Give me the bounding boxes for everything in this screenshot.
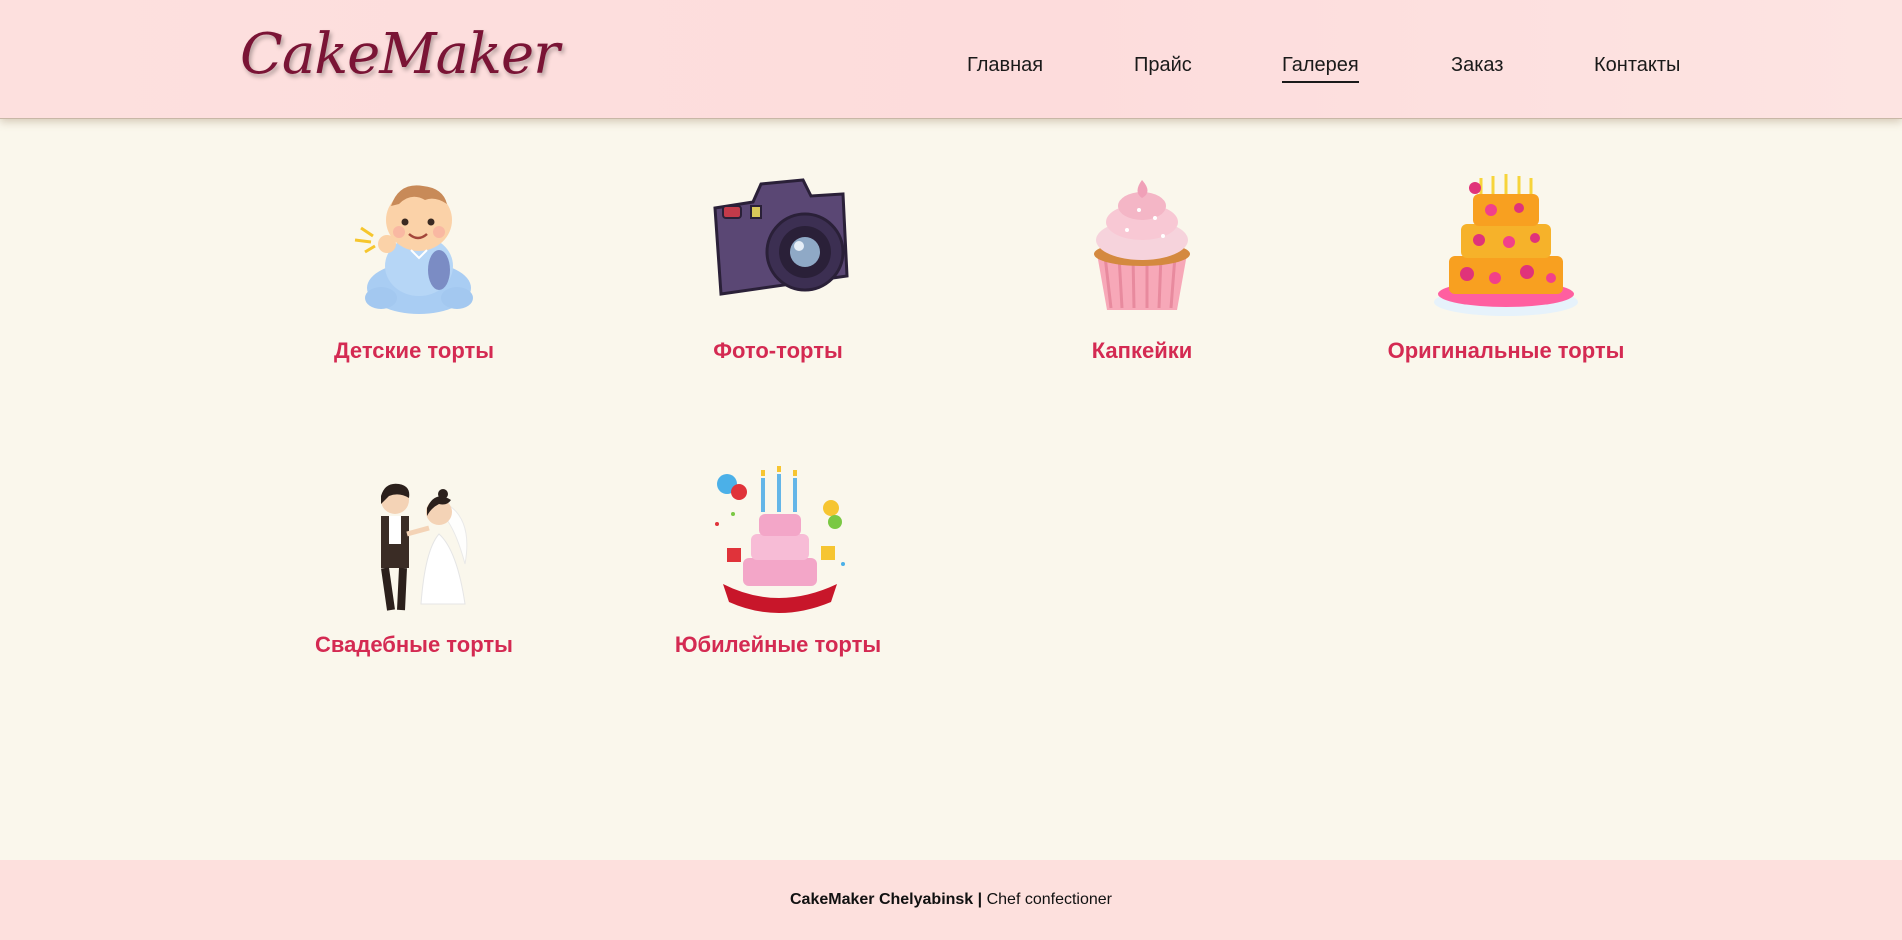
- site-logo[interactable]: CakeMaker: [240, 22, 560, 87]
- tiered-cake-icon: [1434, 174, 1578, 316]
- nav-item-gallery[interactable]: Галерея: [1282, 54, 1359, 83]
- wedding-couple-icon: [381, 483, 468, 611]
- gallery-item-label: Капкейки: [1091, 338, 1193, 363]
- gallery-item-label: Свадебные торты: [315, 632, 513, 657]
- site-header: CakeMaker Главная Прайс Галерея Заказ Ко…: [0, 0, 1902, 119]
- footer-role: Chef confectioner: [986, 891, 1112, 908]
- anniversary-cake-icon: [715, 466, 845, 613]
- site-footer: CakeMaker Chelyabinsk | Chef confectione…: [0, 860, 1902, 940]
- nav-item-price[interactable]: Прайс: [1134, 54, 1192, 81]
- gallery-item-label: Детские торты: [333, 338, 495, 363]
- nav-item-home[interactable]: Главная: [967, 54, 1043, 81]
- camera-icon: [713, 178, 849, 296]
- nav-item-contacts[interactable]: Контакты: [1594, 54, 1680, 81]
- gallery-item-label: Оригинальные торты: [1387, 338, 1625, 363]
- nav-item-order[interactable]: Заказ: [1451, 54, 1503, 81]
- footer-credits: CakeMaker Chelyabinsk | Chef confectione…: [0, 891, 1902, 909]
- baby-icon: [354, 185, 473, 314]
- cupcake-icon: [1094, 180, 1190, 310]
- footer-brand: CakeMaker Chelyabinsk: [790, 891, 974, 908]
- gallery-item-label: Фото-торты: [713, 338, 843, 363]
- gallery-item-label: Юбилейные торты: [674, 632, 882, 657]
- footer-separator: |: [977, 891, 983, 908]
